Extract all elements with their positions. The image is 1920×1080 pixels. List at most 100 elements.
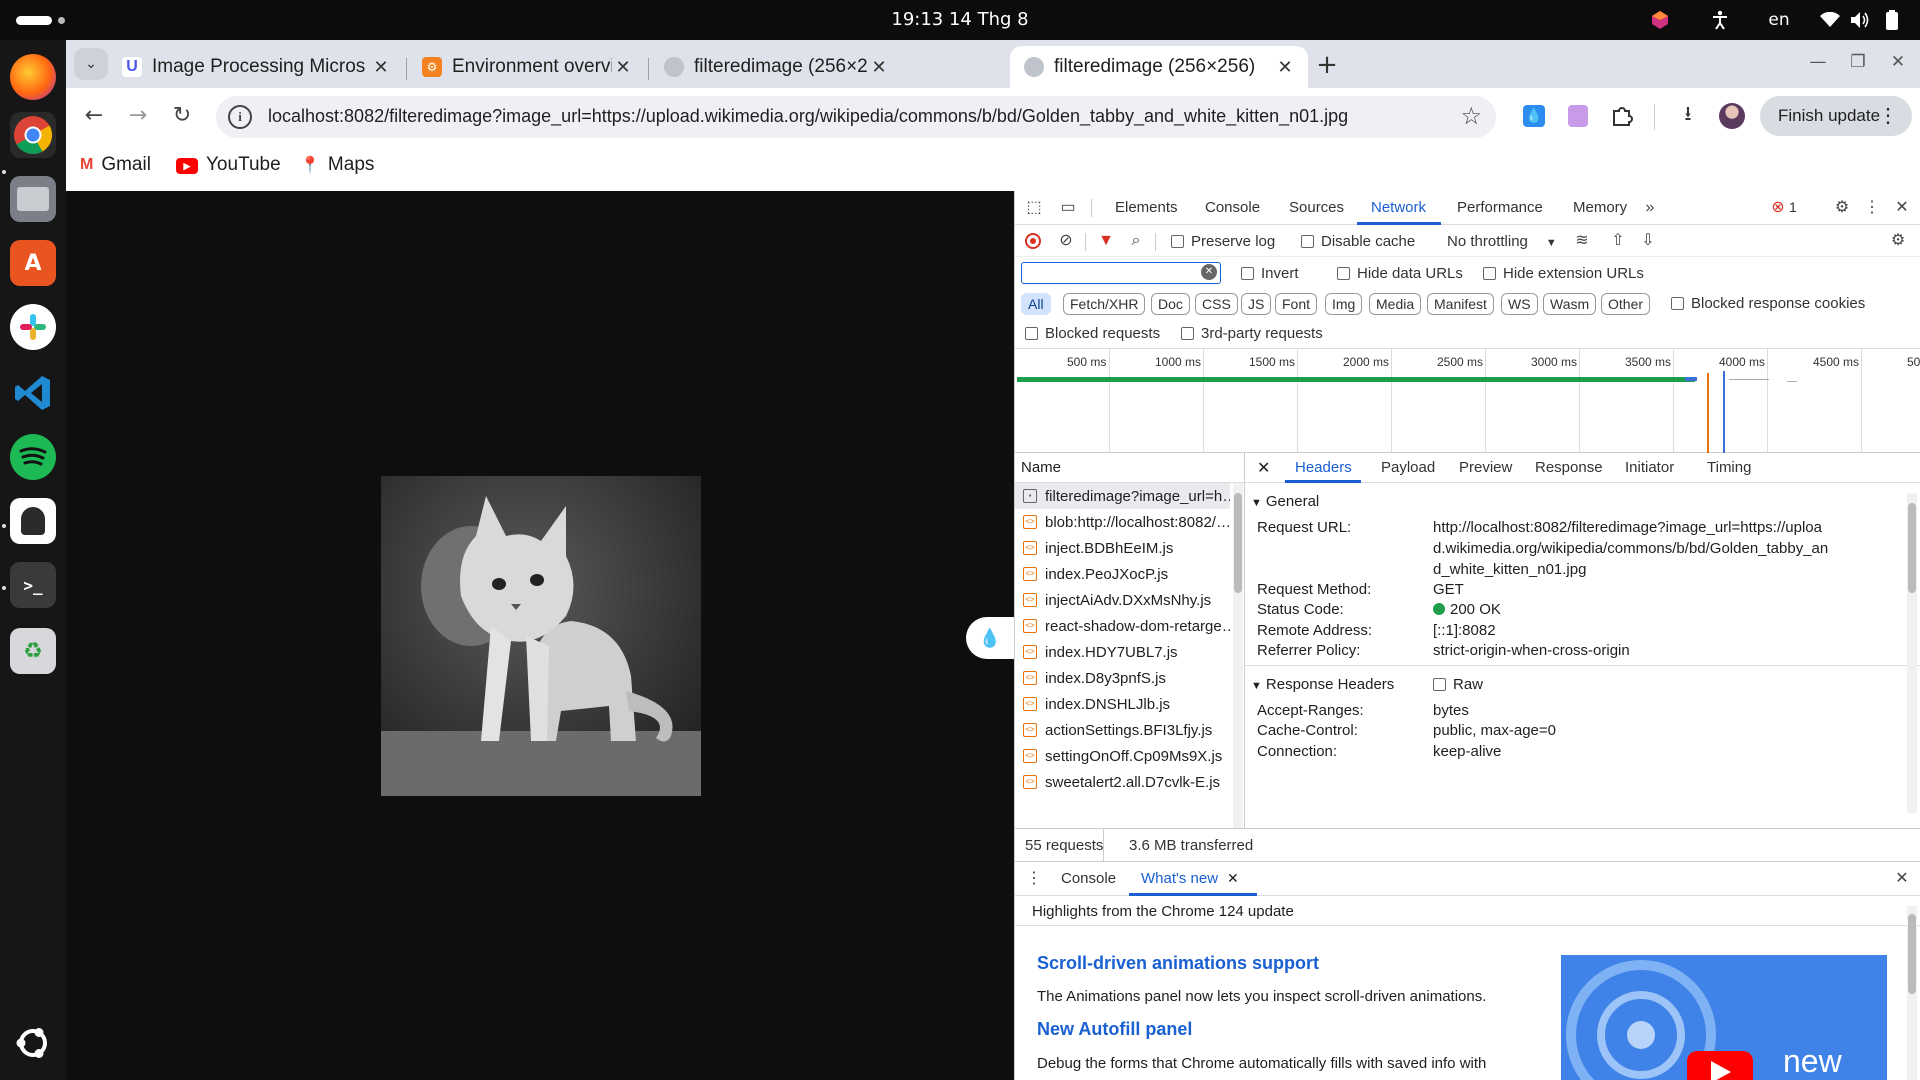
- filter-input[interactable]: ✕: [1021, 262, 1221, 284]
- search-icon[interactable]: ⌕: [1125, 230, 1147, 252]
- request-row[interactable]: <> react-shadow-dom-retarge…: [1015, 613, 1230, 639]
- type-filter-img[interactable]: Img: [1325, 293, 1363, 315]
- filter-funnel-icon[interactable]: ▼: [1095, 230, 1117, 252]
- drawer-scrollbar[interactable]: [1907, 906, 1917, 1080]
- request-row[interactable]: <> index.HDY7UBL7.js: [1015, 639, 1230, 665]
- network-conditions-icon[interactable]: ≋: [1571, 230, 1593, 252]
- type-filter-media[interactable]: Media: [1369, 293, 1422, 315]
- terminal-icon[interactable]: >_: [10, 562, 56, 608]
- avatar[interactable]: [1718, 102, 1746, 130]
- close-tab-icon[interactable]: ✕: [612, 57, 634, 78]
- files-icon[interactable]: [10, 176, 56, 222]
- type-filter-ws[interactable]: WS: [1501, 293, 1538, 315]
- accessibility-icon[interactable]: [1708, 8, 1732, 32]
- more-vert-icon[interactable]: ⋮: [1861, 197, 1883, 219]
- type-filter-css[interactable]: CSS: [1195, 293, 1238, 315]
- scrollbar-thumb[interactable]: [1908, 914, 1916, 994]
- browser-tab[interactable]: ⚙ Environment overview - ✕: [408, 46, 646, 88]
- detail-tab-preview[interactable]: Preview: [1459, 459, 1512, 476]
- close-tab-icon[interactable]: ✕: [868, 57, 890, 78]
- firefox-icon[interactable]: [10, 54, 56, 100]
- devtools-tab-sources[interactable]: Sources: [1289, 199, 1344, 216]
- extension-notes-icon[interactable]: [1564, 102, 1592, 130]
- back-icon[interactable]: ←: [78, 100, 110, 132]
- scrollbar-thumb[interactable]: [1908, 503, 1916, 593]
- close-window-icon[interactable]: ✕: [1884, 52, 1912, 78]
- drawer-tab-console[interactable]: Console: [1061, 870, 1116, 887]
- inkscape-icon[interactable]: [10, 498, 56, 544]
- inspect-element-icon[interactable]: ⬚: [1023, 197, 1045, 219]
- floating-assistant-button[interactable]: 💧: [966, 617, 1014, 659]
- request-row[interactable]: <> actionSettings.BFI3Lfjy.js: [1015, 717, 1230, 743]
- site-info-icon[interactable]: i: [228, 105, 252, 129]
- type-filter-fetch[interactable]: Fetch/XHR: [1063, 293, 1146, 315]
- devtools-tab-elements[interactable]: Elements: [1115, 199, 1178, 216]
- type-filter-js[interactable]: JS: [1241, 293, 1272, 315]
- extensions-puzzle-icon[interactable]: [1608, 102, 1636, 130]
- spotify-icon[interactable]: [10, 434, 56, 480]
- type-filter-manifest[interactable]: Manifest: [1427, 293, 1494, 315]
- invert-checkbox[interactable]: Invert: [1241, 265, 1299, 282]
- close-whats-new-icon[interactable]: ✕: [1227, 870, 1239, 887]
- disable-cache-checkbox[interactable]: Disable cache: [1301, 233, 1415, 250]
- blocked-requests-checkbox[interactable]: Blocked requests: [1025, 325, 1160, 342]
- detail-scrollbar[interactable]: [1907, 493, 1917, 813]
- raw-checkbox[interactable]: Raw: [1433, 676, 1483, 693]
- forward-icon[interactable]: →: [122, 100, 154, 132]
- browser-tab[interactable]: U Image Processing Micros ✕: [108, 46, 404, 88]
- clear-icon[interactable]: ⊘: [1055, 230, 1077, 252]
- battery-icon[interactable]: [1880, 8, 1904, 32]
- detail-tab-initiator[interactable]: Initiator: [1625, 459, 1674, 476]
- close-devtools-icon[interactable]: ✕: [1891, 197, 1913, 219]
- general-section-toggle[interactable]: ▼ General: [1251, 493, 1319, 510]
- devtools-tab-network[interactable]: Network: [1371, 199, 1426, 216]
- request-row[interactable]: ▪ filteredimage?image_url=h…: [1015, 483, 1230, 509]
- detail-tab-headers[interactable]: Headers: [1295, 459, 1352, 476]
- detail-tab-payload[interactable]: Payload: [1381, 459, 1435, 476]
- request-row[interactable]: <> index.PeoJXocP.js: [1015, 561, 1230, 587]
- minimize-icon[interactable]: —: [1804, 52, 1832, 78]
- export-har-icon[interactable]: ⇩: [1637, 230, 1659, 252]
- detail-tab-timing[interactable]: Timing: [1707, 459, 1751, 476]
- drawer-tab-whats-new[interactable]: What's new: [1141, 870, 1218, 887]
- close-detail-icon[interactable]: ✕: [1257, 458, 1270, 478]
- third-party-checkbox[interactable]: 3rd-party requests: [1181, 325, 1323, 342]
- devtools-tab-performance[interactable]: Performance: [1457, 199, 1543, 216]
- detail-tab-response[interactable]: Response: [1535, 459, 1603, 476]
- whats-new-video-thumbnail[interactable]: new: [1561, 955, 1887, 1080]
- hide-data-urls-checkbox[interactable]: Hide data URLs: [1337, 265, 1463, 282]
- language-indicator[interactable]: en: [1764, 8, 1794, 32]
- close-tab-icon[interactable]: ✕: [370, 57, 392, 78]
- close-tab-icon[interactable]: ✕: [1274, 57, 1296, 78]
- browser-tab-active[interactable]: filteredimage (256×256) ✕: [1010, 46, 1308, 88]
- more-tabs-icon[interactable]: »: [1639, 197, 1661, 219]
- volume-icon[interactable]: [1848, 8, 1872, 32]
- extension-drop-icon[interactable]: 💧: [1520, 102, 1548, 130]
- throttling-select[interactable]: No throttling ▼: [1447, 233, 1557, 250]
- chrome-icon[interactable]: [10, 112, 56, 158]
- slack-icon[interactable]: [10, 304, 56, 350]
- request-row[interactable]: <> sweetalert2.all.D7cvlk-E.js: [1015, 769, 1230, 795]
- type-filter-other[interactable]: Other: [1601, 293, 1651, 315]
- request-row[interactable]: <> index.DNSHLJlb.js: [1015, 691, 1230, 717]
- request-row[interactable]: <> inject.BDBhEeIM.js: [1015, 535, 1230, 561]
- response-headers-toggle[interactable]: ▼ Response Headers: [1251, 676, 1394, 693]
- request-row[interactable]: <> settingOnOff.Cp09Ms9X.js: [1015, 743, 1230, 769]
- bookmark-maps[interactable]: 📍 Maps: [300, 154, 374, 176]
- bookmark-star-icon[interactable]: ☆: [1460, 102, 1482, 130]
- reload-icon[interactable]: ↻: [166, 100, 198, 132]
- vscode-icon[interactable]: [10, 370, 56, 416]
- bookmark-youtube[interactable]: ▶ YouTube: [176, 154, 281, 176]
- hide-extension-urls-checkbox[interactable]: Hide extension URLs: [1483, 265, 1644, 282]
- error-count[interactable]: 1: [1789, 199, 1797, 215]
- new-tab-button[interactable]: +: [1312, 52, 1342, 82]
- devtools-tab-console[interactable]: Console: [1205, 199, 1260, 216]
- network-settings-icon[interactable]: ⚙: [1887, 230, 1909, 252]
- finish-update-button[interactable]: Finish update ⋮: [1760, 96, 1912, 136]
- error-icon[interactable]: ⊗: [1767, 197, 1789, 219]
- record-stop-icon[interactable]: [1025, 233, 1041, 249]
- whats-new-item-title[interactable]: New Autofill panel: [1037, 1019, 1192, 1040]
- request-list-scrollbar[interactable]: [1233, 483, 1243, 828]
- network-overview-timeline[interactable]: 500 ms 1000 ms 1500 ms 2000 ms 2500 ms 3…: [1015, 349, 1920, 453]
- preserve-log-checkbox[interactable]: Preserve log: [1171, 233, 1275, 250]
